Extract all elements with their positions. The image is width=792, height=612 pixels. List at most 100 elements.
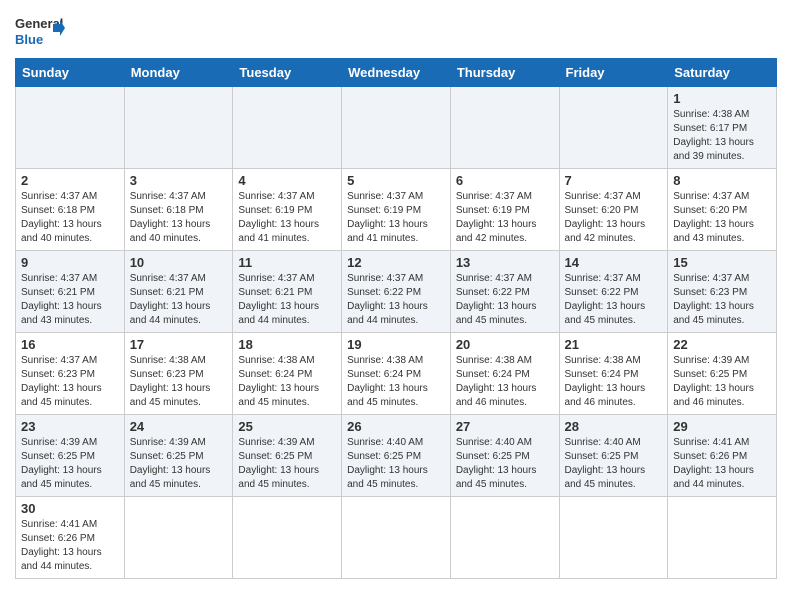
day-info: Sunrise: 4:38 AM Sunset: 6:24 PM Dayligh… xyxy=(347,354,445,410)
calendar-cell: 14 Sunrise: 4:37 AM Sunset: 6:22 PM Dayli… xyxy=(559,251,668,333)
day-info: Sunrise: 4:37 AM Sunset: 6:21 PM Dayligh… xyxy=(21,272,119,328)
calendar-cell: 4 Sunrise: 4:37 AM Sunset: 6:19 PM Daylig… xyxy=(233,169,342,251)
calendar-cell: 20 Sunrise: 4:38 AM Sunset: 6:24 PM Dayli… xyxy=(450,333,559,415)
calendar-cell: 7 Sunrise: 4:37 AM Sunset: 6:20 PM Daylig… xyxy=(559,169,668,251)
day-info: Sunrise: 4:37 AM Sunset: 6:22 PM Dayligh… xyxy=(456,272,554,328)
calendar-cell: 25Sunrise: 4:39 AM Sunset: 6:25 PM Dayli… xyxy=(233,415,342,497)
calendar-cell: 3Sunrise: 4:37 AM Sunset: 6:18 PM Daylig… xyxy=(124,169,233,251)
calendar-cell: 11 Sunrise: 4:37 AM Sunset: 6:21 PM Dayli… xyxy=(233,251,342,333)
weekday-thursday: Thursday xyxy=(450,59,559,87)
day-number: 6 xyxy=(456,173,554,188)
calendar-cell: 23Sunrise: 4:39 AM Sunset: 6:25 PM Dayli… xyxy=(16,415,125,497)
day-info: Sunrise: 4:40 AM Sunset: 6:25 PM Dayligh… xyxy=(347,436,445,492)
day-number: 1 xyxy=(673,91,771,106)
day-number: 2 xyxy=(21,173,119,188)
day-number: 10 xyxy=(130,255,228,270)
week-row-1: 1 Sunrise: 4:38 AM Sunset: 6:17 PM Daylig… xyxy=(16,87,777,169)
day-info: Sunrise: 4:37 AM Sunset: 6:20 PM Dayligh… xyxy=(565,190,663,246)
calendar-cell: 13 Sunrise: 4:37 AM Sunset: 6:22 PM Dayli… xyxy=(450,251,559,333)
day-number: 19 xyxy=(347,337,445,352)
day-info: Sunrise: 4:37 AM Sunset: 6:22 PM Dayligh… xyxy=(565,272,663,328)
calendar-cell: 24 Sunrise: 4:39 AM Sunset: 6:25 PM Dayli… xyxy=(124,415,233,497)
day-info: Sunrise: 4:37 AM Sunset: 6:18 PM Dayligh… xyxy=(21,190,119,246)
calendar-cell: 27Sunrise: 4:40 AM Sunset: 6:25 PM Dayli… xyxy=(450,415,559,497)
calendar-header: SundayMondayTuesdayWednesdayThursdayFrid… xyxy=(16,59,777,87)
day-info: Sunrise: 4:40 AM Sunset: 6:25 PM Dayligh… xyxy=(456,436,554,492)
calendar-cell: 22 Sunrise: 4:39 AM Sunset: 6:25 PM Dayli… xyxy=(668,333,777,415)
day-number: 24 xyxy=(130,419,228,434)
day-number: 11 xyxy=(238,255,336,270)
day-number: 25 xyxy=(238,419,336,434)
calendar-cell xyxy=(559,87,668,169)
calendar-cell: 5Sunrise: 4:37 AM Sunset: 6:19 PM Daylig… xyxy=(342,169,451,251)
day-number: 21 xyxy=(565,337,663,352)
day-info: Sunrise: 4:41 AM Sunset: 6:26 PM Dayligh… xyxy=(21,518,119,574)
day-info: Sunrise: 4:37 AM Sunset: 6:20 PM Dayligh… xyxy=(673,190,771,246)
calendar-cell xyxy=(233,87,342,169)
weekday-tuesday: Tuesday xyxy=(233,59,342,87)
day-number: 7 xyxy=(565,173,663,188)
day-info: Sunrise: 4:37 AM Sunset: 6:18 PM Dayligh… xyxy=(130,190,228,246)
day-number: 16 xyxy=(21,337,119,352)
calendar-cell: 16 Sunrise: 4:37 AM Sunset: 6:23 PM Dayli… xyxy=(16,333,125,415)
day-info: Sunrise: 4:37 AM Sunset: 6:19 PM Dayligh… xyxy=(456,190,554,246)
calendar-cell: 15Sunrise: 4:37 AM Sunset: 6:23 PM Dayli… xyxy=(668,251,777,333)
day-number: 5 xyxy=(347,173,445,188)
calendar-cell: 8Sunrise: 4:37 AM Sunset: 6:20 PM Daylig… xyxy=(668,169,777,251)
calendar-cell: 12 Sunrise: 4:37 AM Sunset: 6:22 PM Dayli… xyxy=(342,251,451,333)
calendar-cell: 9Sunrise: 4:37 AM Sunset: 6:21 PM Daylig… xyxy=(16,251,125,333)
day-info: Sunrise: 4:38 AM Sunset: 6:24 PM Dayligh… xyxy=(456,354,554,410)
day-info: Sunrise: 4:37 AM Sunset: 6:23 PM Dayligh… xyxy=(21,354,119,410)
calendar-cell xyxy=(124,497,233,579)
calendar-cell: 30Sunrise: 4:41 AM Sunset: 6:26 PM Dayli… xyxy=(16,497,125,579)
day-number: 12 xyxy=(347,255,445,270)
logo-svg: General Blue xyxy=(15,10,65,50)
calendar-cell xyxy=(233,497,342,579)
day-info: Sunrise: 4:38 AM Sunset: 6:17 PM Dayligh… xyxy=(673,108,771,164)
weekday-monday: Monday xyxy=(124,59,233,87)
calendar-cell: 2 Sunrise: 4:37 AM Sunset: 6:18 PM Daylig… xyxy=(16,169,125,251)
calendar-cell xyxy=(342,87,451,169)
day-number: 17 xyxy=(130,337,228,352)
day-number: 20 xyxy=(456,337,554,352)
day-info: Sunrise: 4:38 AM Sunset: 6:24 PM Dayligh… xyxy=(238,354,336,410)
weekday-saturday: Saturday xyxy=(668,59,777,87)
calendar-cell: 21 Sunrise: 4:38 AM Sunset: 6:24 PM Dayli… xyxy=(559,333,668,415)
day-info: Sunrise: 4:39 AM Sunset: 6:25 PM Dayligh… xyxy=(673,354,771,410)
day-info: Sunrise: 4:37 AM Sunset: 6:22 PM Dayligh… xyxy=(347,272,445,328)
weekday-row: SundayMondayTuesdayWednesdayThursdayFrid… xyxy=(16,59,777,87)
day-number: 13 xyxy=(456,255,554,270)
day-number: 28 xyxy=(565,419,663,434)
day-info: Sunrise: 4:39 AM Sunset: 6:25 PM Dayligh… xyxy=(21,436,119,492)
day-number: 4 xyxy=(238,173,336,188)
calendar-cell: 10 Sunrise: 4:37 AM Sunset: 6:21 PM Dayli… xyxy=(124,251,233,333)
week-row-3: 9Sunrise: 4:37 AM Sunset: 6:21 PM Daylig… xyxy=(16,251,777,333)
day-number: 15 xyxy=(673,255,771,270)
calendar-cell: 26Sunrise: 4:40 AM Sunset: 6:25 PM Dayli… xyxy=(342,415,451,497)
calendar-table: SundayMondayTuesdayWednesdayThursdayFrid… xyxy=(15,58,777,579)
calendar-cell: 18 Sunrise: 4:38 AM Sunset: 6:24 PM Dayli… xyxy=(233,333,342,415)
day-info: Sunrise: 4:38 AM Sunset: 6:23 PM Dayligh… xyxy=(130,354,228,410)
day-info: Sunrise: 4:37 AM Sunset: 6:21 PM Dayligh… xyxy=(238,272,336,328)
calendar-cell: 17 Sunrise: 4:38 AM Sunset: 6:23 PM Dayli… xyxy=(124,333,233,415)
day-info: Sunrise: 4:38 AM Sunset: 6:24 PM Dayligh… xyxy=(565,354,663,410)
day-number: 14 xyxy=(565,255,663,270)
weekday-sunday: Sunday xyxy=(16,59,125,87)
weekday-wednesday: Wednesday xyxy=(342,59,451,87)
calendar-cell xyxy=(16,87,125,169)
calendar-cell: 19 Sunrise: 4:38 AM Sunset: 6:24 PM Dayli… xyxy=(342,333,451,415)
calendar-cell xyxy=(450,497,559,579)
day-info: Sunrise: 4:41 AM Sunset: 6:26 PM Dayligh… xyxy=(673,436,771,492)
week-row-6: 30Sunrise: 4:41 AM Sunset: 6:26 PM Dayli… xyxy=(16,497,777,579)
day-info: Sunrise: 4:37 AM Sunset: 6:19 PM Dayligh… xyxy=(238,190,336,246)
calendar-cell xyxy=(559,497,668,579)
calendar-cell: 6 Sunrise: 4:37 AM Sunset: 6:19 PM Daylig… xyxy=(450,169,559,251)
day-info: Sunrise: 4:39 AM Sunset: 6:25 PM Dayligh… xyxy=(130,436,228,492)
day-info: Sunrise: 4:37 AM Sunset: 6:21 PM Dayligh… xyxy=(130,272,228,328)
svg-text:Blue: Blue xyxy=(15,32,43,47)
calendar-cell: 29Sunrise: 4:41 AM Sunset: 6:26 PM Dayli… xyxy=(668,415,777,497)
day-number: 22 xyxy=(673,337,771,352)
week-row-4: 16 Sunrise: 4:37 AM Sunset: 6:23 PM Dayli… xyxy=(16,333,777,415)
calendar-cell xyxy=(124,87,233,169)
day-number: 18 xyxy=(238,337,336,352)
